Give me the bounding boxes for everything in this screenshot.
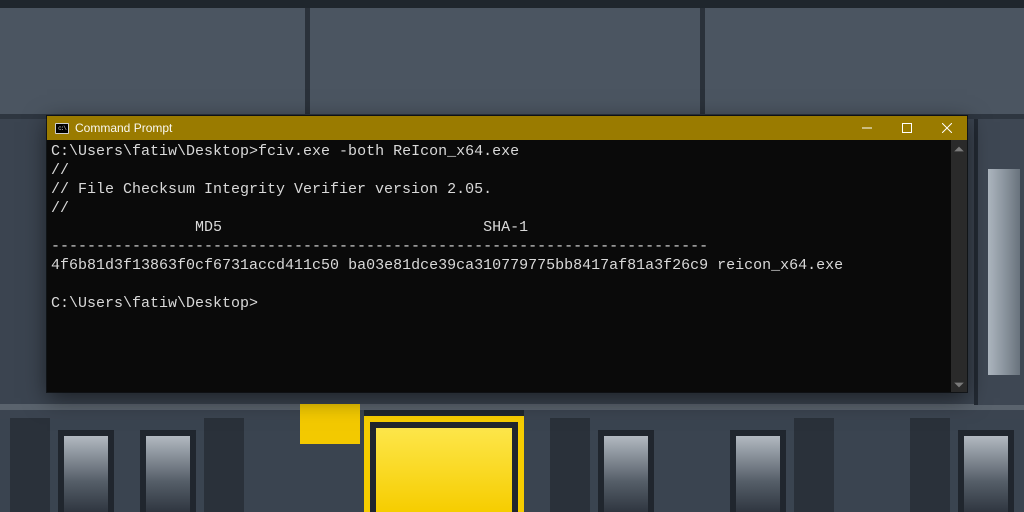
prompt-path: C:\Users\fatiw\Desktop> — [51, 295, 258, 312]
window-controls — [847, 116, 967, 140]
maximize-icon — [902, 123, 912, 133]
terminal-body: C:\Users\fatiw\Desktop>fciv.exe -both Re… — [47, 140, 967, 392]
column-header-sha1: SHA-1 — [222, 219, 528, 236]
hash-md5: 4f6b81d3f13863f0cf6731accd411c50 — [51, 257, 339, 274]
minimize-icon — [862, 123, 872, 133]
close-icon — [942, 123, 952, 133]
scroll-up-icon[interactable] — [953, 142, 965, 154]
scroll-down-icon[interactable] — [953, 378, 965, 390]
output-line: // — [51, 200, 69, 217]
titlebar[interactable]: Command Prompt — [47, 116, 967, 140]
command-text: fciv.exe -both ReIcon_x64.exe — [258, 143, 519, 160]
output-line: // File Checksum Integrity Verifier vers… — [51, 181, 492, 198]
hash-sha1: ba03e81dce39ca310779775bb8417af81a3f26c9 — [348, 257, 708, 274]
cursor — [258, 305, 266, 307]
window-title: Command Prompt — [75, 121, 172, 135]
command-prompt-window: Command Prompt C:\Users\fatiw\Desktop>fc… — [47, 116, 967, 392]
cmd-icon — [55, 123, 69, 134]
column-header-md5: MD5 — [51, 219, 222, 236]
building-lower — [0, 410, 1024, 512]
maximize-button[interactable] — [887, 116, 927, 140]
hash-filename: reicon_x64.exe — [717, 257, 843, 274]
separator-line: ----------------------------------------… — [51, 238, 708, 255]
minimize-button[interactable] — [847, 116, 887, 140]
terminal-output[interactable]: C:\Users\fatiw\Desktop>fciv.exe -both Re… — [47, 140, 951, 392]
scrollbar[interactable] — [951, 140, 967, 392]
prompt-path: C:\Users\fatiw\Desktop> — [51, 143, 258, 160]
close-button[interactable] — [927, 116, 967, 140]
output-line: // — [51, 162, 69, 179]
